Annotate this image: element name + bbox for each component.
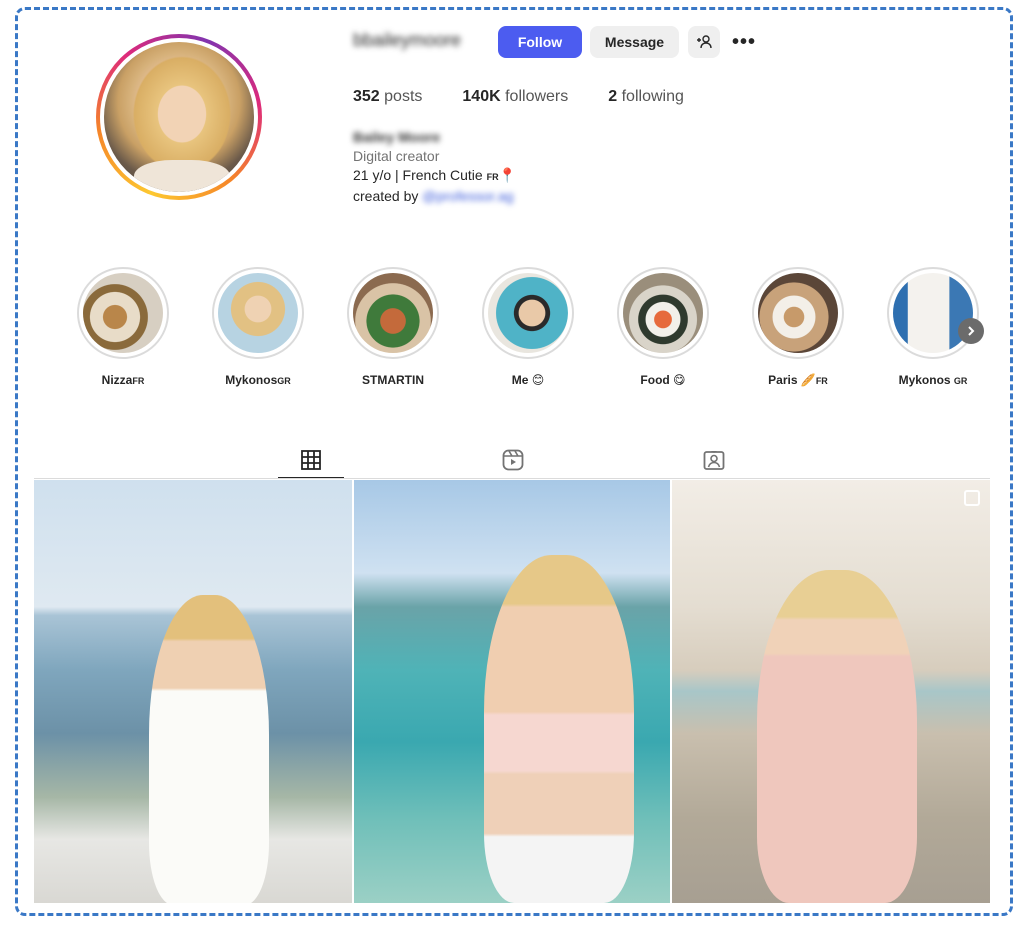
more-options-button[interactable]: •••	[728, 26, 760, 58]
highlight-stmartin[interactable]: STMARTIN	[347, 267, 439, 387]
chevron-right-icon	[968, 326, 975, 336]
reels-icon	[502, 449, 524, 471]
story-highlights: NizzaFR MykonosGR STMARTIN Me 😊 Food 😋 P…	[77, 267, 987, 387]
highlight-nizza[interactable]: NizzaFR	[77, 267, 169, 387]
following-stat[interactable]: 2 following	[608, 88, 684, 106]
created-by-text: created by	[353, 188, 423, 204]
highlight-label: Mykonos	[898, 373, 954, 387]
grid-icon	[301, 450, 321, 470]
posts-count: 352	[353, 88, 380, 105]
flag-fr-icon: FR	[815, 376, 828, 386]
follow-button[interactable]: Follow	[498, 26, 582, 58]
bio-text: 21 y/o | French Cutie	[353, 167, 487, 183]
posts-stat: 352 posts	[353, 88, 422, 106]
posts-label: posts	[384, 88, 423, 105]
flag-fr-icon: FR	[132, 376, 145, 386]
profile-bio: Bailey Moore Digital creator 21 y/o | Fr…	[353, 128, 516, 206]
profile-full-name: Bailey Moore	[353, 129, 441, 145]
profile-avatar[interactable]	[96, 34, 262, 200]
highlight-label: Me 😊	[511, 373, 545, 387]
multi-photo-icon	[964, 490, 980, 506]
highlight-mykonos[interactable]: MykonosGR	[212, 267, 304, 387]
post-thumbnail[interactable]	[34, 480, 352, 903]
highlight-paris[interactable]: Paris 🥖FR	[752, 267, 844, 387]
profile-username: bbaileymoore	[353, 30, 462, 50]
tagged-icon	[703, 451, 725, 470]
suggest-user-button[interactable]	[688, 26, 720, 58]
highlight-label: Mykonos	[225, 373, 278, 387]
flag-fr-icon: FR	[486, 172, 499, 182]
post-thumbnail[interactable]	[672, 480, 990, 903]
highlight-label: Paris 🥖	[768, 373, 816, 387]
highlight-label: STMARTIN	[362, 373, 424, 387]
following-count: 2	[608, 88, 618, 105]
tabs-divider	[34, 478, 990, 479]
followers-stat[interactable]: 140K followers	[462, 88, 568, 106]
tab-reels[interactable]	[481, 442, 545, 478]
highlight-label: Food 😋	[640, 373, 686, 387]
post-thumbnail[interactable]	[354, 480, 670, 903]
highlights-next-button[interactable]	[958, 318, 984, 344]
followers-label: followers	[505, 88, 569, 105]
highlight-me[interactable]: Me 😊	[482, 267, 574, 387]
highlight-food[interactable]: Food 😋	[617, 267, 709, 387]
highlight-label: Nizza	[101, 373, 133, 387]
following-label: following	[621, 88, 684, 105]
add-user-icon	[697, 35, 712, 49]
flag-gr-icon: GR	[277, 376, 291, 386]
created-by-line: created by @professor.ag	[353, 187, 516, 206]
creator-link[interactable]: @professor.ag	[422, 188, 513, 204]
profile-category: Digital creator	[353, 148, 440, 164]
profile-stats: 352 posts 140K followers 2 following	[353, 88, 724, 106]
followers-count: 140K	[462, 88, 501, 105]
pin-icon: 📍	[498, 167, 517, 183]
tab-posts[interactable]	[278, 442, 344, 479]
message-button[interactable]: Message	[590, 26, 679, 58]
flag-gr-icon: GR	[953, 376, 968, 386]
tab-tagged[interactable]	[682, 442, 746, 478]
bio-line: 21 y/o | French Cutie FR📍	[353, 166, 516, 187]
